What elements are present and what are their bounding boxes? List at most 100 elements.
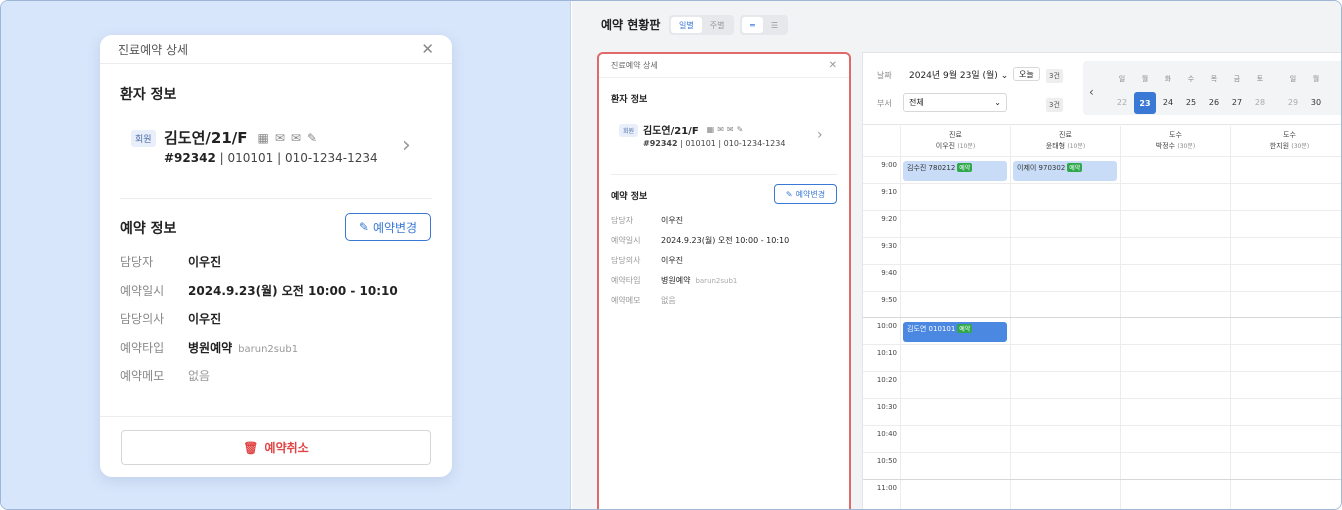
- reservation-detail-card: 진료예약 상세 ✕ 환자 정보 회원 김도연/21/F ▦ ✉ ✉ ✎ #923…: [100, 35, 452, 477]
- popup-chevron-right-icon[interactable]: ›: [817, 127, 823, 143]
- grid-line: [863, 371, 1341, 373]
- popup-edit-icon[interactable]: ✎: [737, 125, 744, 134]
- popup-message-icon[interactable]: ✉: [717, 125, 724, 134]
- prev-week-icon[interactable]: ‹: [1089, 85, 1094, 99]
- mini-calendar: ‹ 일 월 화 수 목 금 토 일 월 22 23 24 25 26 27 28: [1083, 61, 1341, 115]
- layout-toggle: ═ ☰: [740, 15, 788, 35]
- cancel-reservation-button[interactable]: 🗑 예약취소: [121, 430, 431, 465]
- weekday: 수: [1187, 75, 1195, 83]
- patient-name-row: 김도연/21/F ▦ ✉ ✉ ✎: [164, 127, 317, 148]
- time-label: 10:50: [876, 456, 897, 465]
- popup-row-datetime: 예약일시 2024.9.23(월) 오전 10:00 - 10:10: [611, 236, 790, 245]
- pencil-icon: ✎: [358, 220, 369, 234]
- appointment[interactable]: 이제이 970302 예약: [1013, 161, 1117, 181]
- weekday: 일: [1289, 75, 1297, 83]
- patient-id: #92342: [164, 151, 216, 165]
- list-view-icon[interactable]: ═: [742, 17, 763, 33]
- appointment-selected[interactable]: 김도연 010101 예약: [903, 322, 1007, 342]
- today-button[interactable]: 오늘: [1013, 67, 1040, 81]
- column-header: 도수 박정수 (30분): [1120, 126, 1230, 156]
- dept-chevron-icon: ⌄: [994, 98, 1001, 107]
- time-label: 9:50: [881, 295, 897, 304]
- day-cell[interactable]: 25: [1180, 98, 1202, 107]
- time-label: 10:00: [876, 322, 897, 331]
- time-label: 9:30: [881, 241, 897, 250]
- weekday: 월: [1312, 75, 1320, 83]
- popup-close-icon[interactable]: ✕: [829, 60, 837, 71]
- popup-patient-row: 김도연/21/F ▦ ✉ ✉ ✎: [643, 122, 743, 137]
- day-cell[interactable]: 27: [1226, 98, 1248, 107]
- grid-line: [863, 344, 1341, 346]
- edit-icon[interactable]: ✎: [307, 131, 317, 145]
- day-cell[interactable]: 22: [1111, 98, 1133, 107]
- close-icon[interactable]: ✕: [421, 40, 434, 58]
- schedule-grid: 날짜 2024년 9월 23일 (월) ⌄ 오늘 3건 부서 전체 ⌄ 3건 ‹ …: [862, 52, 1341, 509]
- day-cell[interactable]: 24: [1157, 98, 1179, 107]
- popup-row-type: 예약타입 병원예약 barun2sub1: [611, 276, 738, 285]
- calendar-icon[interactable]: ▦: [257, 131, 268, 145]
- popup-row-staff: 담당자 이우진: [611, 216, 684, 225]
- chevron-down-icon: ⌄: [1000, 71, 1009, 81]
- weekday: 일: [1118, 75, 1126, 83]
- grid-line: [863, 263, 1341, 265]
- day-cell[interactable]: 26: [1203, 98, 1225, 107]
- weekday: 금: [1233, 75, 1241, 83]
- time-label: 9:20: [881, 214, 897, 223]
- grid-line: [863, 425, 1341, 426]
- popup-reservation-section: 예약 정보: [611, 192, 648, 202]
- day-cell-selected[interactable]: 23: [1134, 92, 1156, 114]
- popup-calendar-icon[interactable]: ▦: [707, 125, 715, 134]
- count-badge-2: 3건: [1046, 98, 1063, 112]
- row-memo: 예약메모 없음: [120, 369, 211, 383]
- time-label: 10:30: [876, 403, 897, 412]
- dept-label: 부서: [877, 99, 892, 108]
- divider: [120, 198, 432, 199]
- grid-line: [863, 156, 1341, 157]
- cancel-label: 예약취소: [264, 441, 309, 455]
- time-label: 11:00: [876, 483, 897, 492]
- date-label: 날짜: [877, 71, 892, 80]
- grid-line: [863, 290, 1341, 292]
- message-icon[interactable]: ✉: [275, 131, 285, 145]
- reservation-board: 예약 현황판 일별 주별 ═ ☰ 진료예약 상세 ✕ 환자 정보 회원 김도연/…: [572, 1, 1341, 509]
- board-title: 예약 현황판: [601, 18, 661, 32]
- popup-row-doctor: 담당의사 이우진: [611, 256, 684, 265]
- time-label: 10:20: [876, 376, 897, 385]
- tab-weekly[interactable]: 주별: [702, 17, 733, 33]
- dept-select[interactable]: 전체 ⌄: [903, 93, 1007, 112]
- popup-change-button[interactable]: ✎ 예약변경: [774, 184, 837, 204]
- time-label: 9:00: [881, 161, 897, 169]
- popup-mail-icon[interactable]: ✉: [727, 125, 734, 134]
- weekday: 월: [1141, 75, 1149, 83]
- popup-patient-name: 김도연/21/F: [643, 126, 699, 137]
- change-reservation-button[interactable]: ✎ 예약변경: [345, 213, 431, 241]
- patient-info: #92342 | 010101 | 010-1234-1234: [164, 151, 378, 165]
- row-doctor: 담당의사 이우진: [120, 312, 222, 326]
- column-header: 진료 윤태형 (10분): [1010, 126, 1120, 156]
- grid-line: [863, 209, 1341, 211]
- screenshot-frame: 진료예약 상세 ✕ 환자 정보 회원 김도연/21/F ▦ ✉ ✉ ✎ #923…: [0, 0, 1342, 510]
- grid-view-icon[interactable]: ☰: [763, 17, 786, 33]
- time-label: 9:10: [881, 187, 897, 196]
- popup-member-badge: 회원: [619, 124, 639, 137]
- trash-icon: 🗑: [243, 440, 259, 455]
- chevron-right-icon[interactable]: ›: [402, 133, 411, 158]
- weekday: 목: [1210, 75, 1218, 83]
- tab-daily[interactable]: 일별: [671, 17, 702, 33]
- change-reservation-label: 예약변경: [372, 220, 418, 235]
- time-label: 10:10: [876, 349, 897, 358]
- grid-line: [863, 478, 1341, 480]
- row-type: 예약타입 병원예약 barun2sub1: [120, 341, 299, 355]
- grid-line: [863, 317, 1341, 319]
- appointment[interactable]: 김수진 780212 예약: [903, 161, 1007, 181]
- mail-icon[interactable]: ✉: [291, 131, 301, 145]
- day-cell[interactable]: 29: [1282, 98, 1304, 107]
- day-cell[interactable]: 28: [1249, 98, 1271, 107]
- day-cell[interactable]: 30: [1305, 98, 1327, 107]
- column-header: 진료 이우진 (10분): [900, 126, 1010, 156]
- count-badge-1: 3건: [1046, 69, 1063, 83]
- card-header: 진료예약 상세 ✕: [100, 35, 452, 64]
- date-select[interactable]: 2024년 9월 23일 (월) ⌄: [909, 68, 1008, 81]
- grid-line: [863, 398, 1341, 400]
- popup-patient-info: #92342 | 010101 | 010-1234-1234: [643, 139, 786, 148]
